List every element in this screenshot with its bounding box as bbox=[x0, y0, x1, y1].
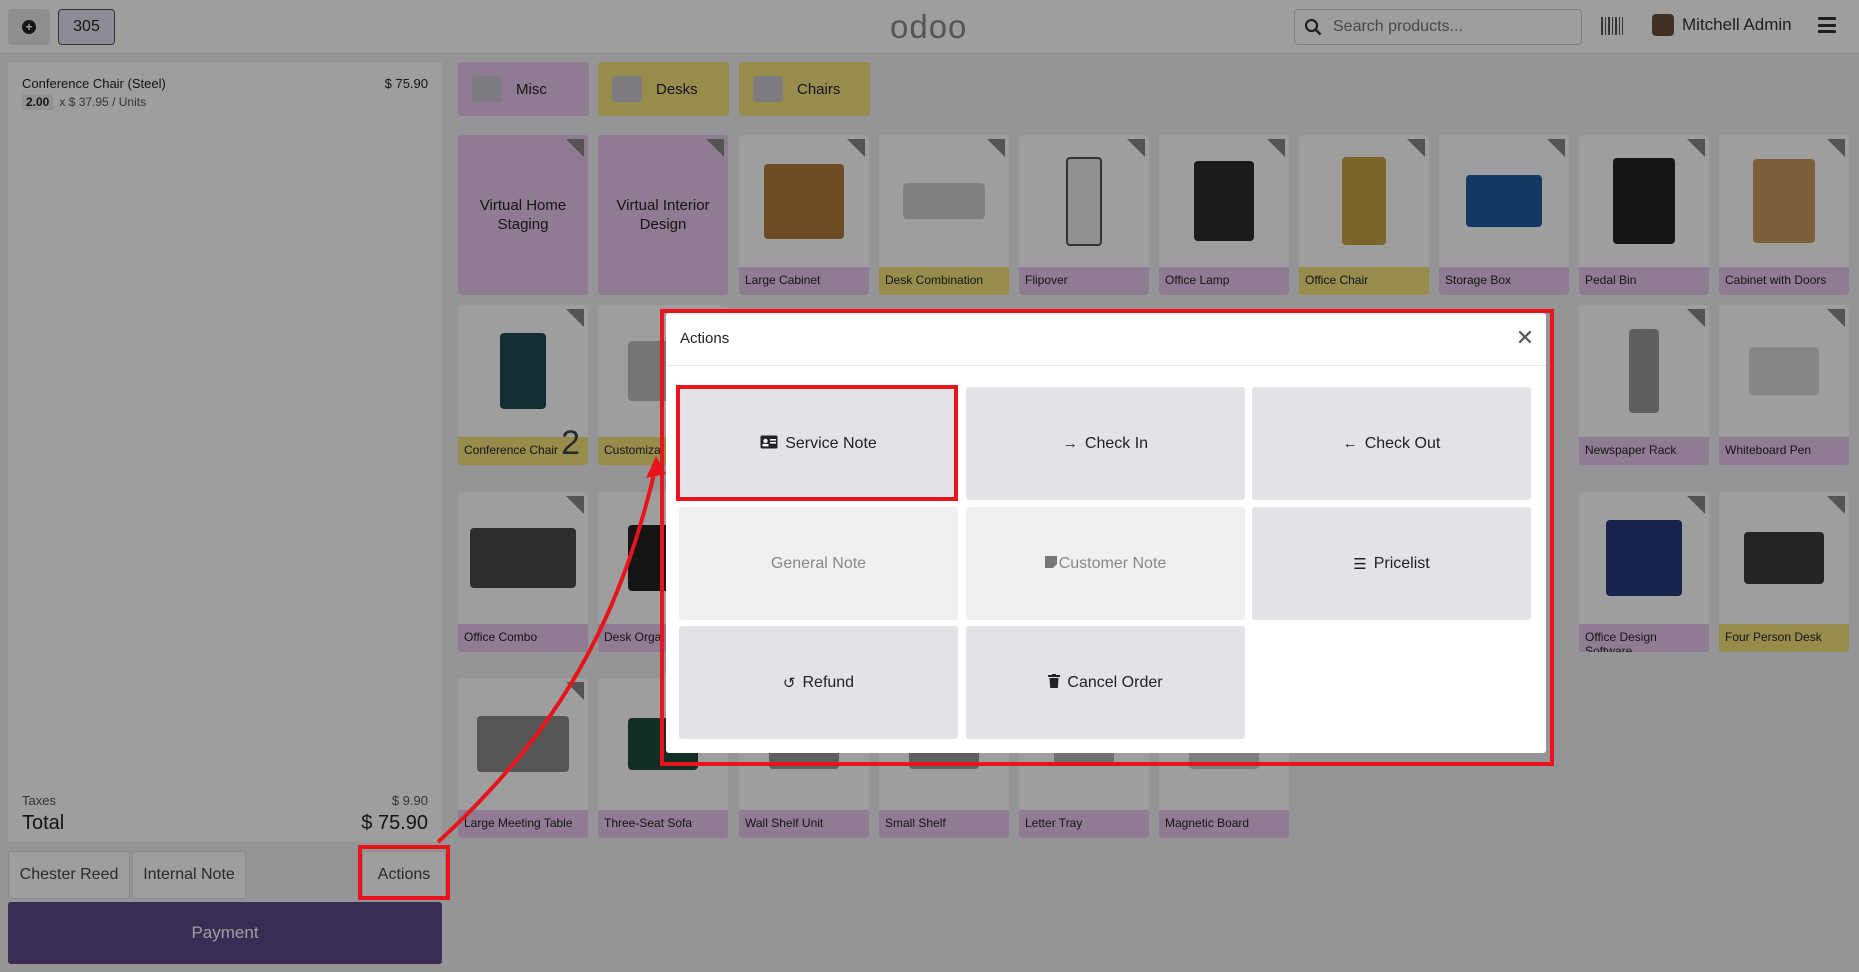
annotation-arrow bbox=[436, 456, 666, 844]
